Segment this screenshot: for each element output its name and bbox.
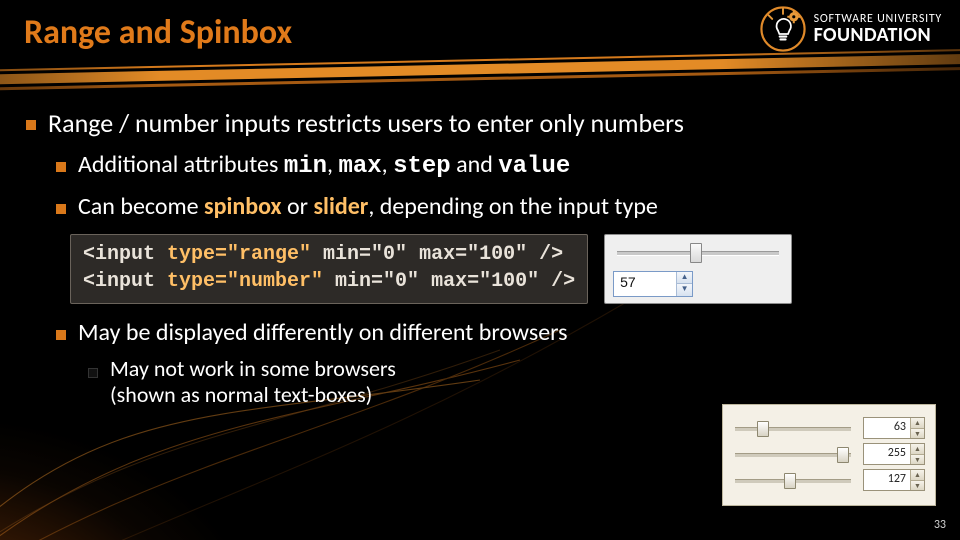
brand-logo: SOFTWARE UNIVERSITY FOUNDATION [760,6,942,52]
triple-row: 255▲▼ [733,443,925,465]
bullet-spinbox-slider: Can become spinbox or slider, depending … [78,192,658,222]
mini-number[interactable]: 255▲▼ [863,443,925,465]
code-block: <input type="range" min="0" max="100" />… [70,234,588,304]
bullet-icon [26,120,36,130]
spin-down-icon[interactable]: ▼ [910,429,924,439]
spin-up-icon[interactable]: ▲ [910,470,924,481]
bullet-main: Range / number inputs restricts users to… [48,108,684,140]
example-triple-widget: 63▲▼ 255▲▼ 127▲▼ [722,404,936,506]
spin-up-icon[interactable]: ▲ [910,418,924,429]
bullet-icon [88,368,98,378]
bullet-attributes: Additional attributes min, max, step and… [78,150,570,182]
bullet-notwork: May not work in some browsers (shown as … [110,356,396,408]
slide-title: Range and Spinbox [24,12,292,53]
spin-down-icon[interactable]: ▼ [676,284,692,296]
number-input[interactable]: 57 ▲ ▼ [613,271,693,297]
mini-slider[interactable] [733,444,853,464]
triple-row: 127▲▼ [733,469,925,491]
triple-row: 63▲▼ [733,417,925,439]
spin-up-icon[interactable]: ▲ [910,444,924,455]
mini-number[interactable]: 63▲▼ [863,417,925,439]
mini-number[interactable]: 127▲▼ [863,469,925,491]
title-underline [0,45,960,100]
bullet-icon [56,330,66,340]
range-slider[interactable] [613,241,783,263]
lightbulb-gear-icon [760,6,806,52]
page-number: 33 [934,518,946,532]
number-value: 57 [614,272,676,296]
bullet-icon [56,204,66,214]
slider-thumb-icon[interactable] [690,243,702,263]
bullet-icon [56,162,66,172]
spin-up-icon[interactable]: ▲ [676,272,692,285]
mini-slider[interactable] [733,418,853,438]
spin-down-icon[interactable]: ▼ [910,481,924,491]
example-widget: 57 ▲ ▼ [604,234,792,304]
spin-down-icon[interactable]: ▼ [910,455,924,465]
mini-slider[interactable] [733,470,853,490]
logo-text-line2: FOUNDATION [814,25,942,45]
bullet-differently: May be displayed differently on differen… [78,318,568,348]
